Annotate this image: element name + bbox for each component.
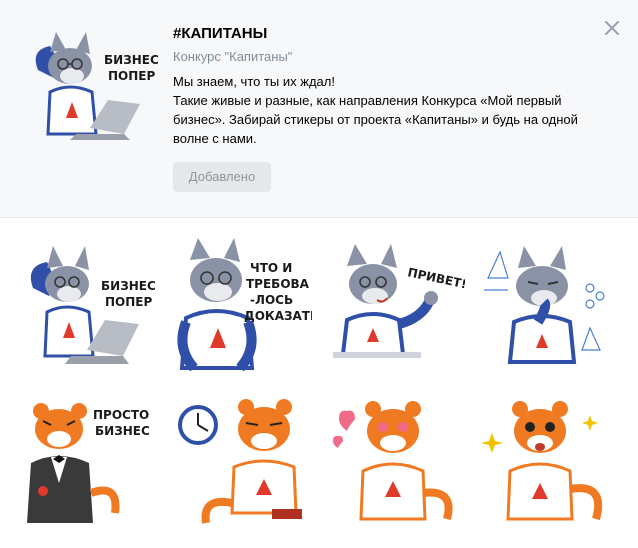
svg-text:ПРОСТО: ПРОСТО — [93, 408, 149, 422]
tiger-sticker-image — [177, 398, 302, 524]
pack-author-link[interactable]: Конкурс "Капитаны" — [173, 49, 292, 64]
svg-text:ЧТО И: ЧТО И — [250, 261, 292, 275]
sticker-tiger-excited[interactable] — [471, 385, 624, 540]
wolf-sticker-image: ПРИВЕТ! — [332, 243, 465, 358]
description-line: волне с нами. — [173, 131, 257, 146]
svg-text:-ЛОСЬ: -ЛОСЬ — [250, 293, 293, 307]
wolf-sticker-image: БИЗНЕС ПОПЕР — [30, 245, 156, 364]
wolf-sticker-image: ЧТО И ТРЕБОВА -ЛОСЬ ДОКАЗАТЬ — [176, 237, 312, 371]
sticker-wolf-laptop[interactable]: БИЗНЕС ПОПЕР — [12, 230, 165, 385]
sticker-tiger-just-business[interactable]: ПРОСТО БИЗНЕС — [12, 385, 165, 540]
svg-text:БИЗНЕС: БИЗНЕС — [101, 279, 156, 293]
wolf-sticker-image — [483, 245, 605, 364]
description-line: бизнес». Забирай стикеры от проекта «Кап… — [173, 112, 578, 127]
sticker-wolf-hello[interactable]: ПРИВЕТ! — [318, 230, 471, 385]
svg-text:ТРЕБОВА: ТРЕБОВА — [246, 277, 310, 291]
sticker-pack-header: БИЗНЕС ПОПЕР #КАПИТАНЫ Конкурс "Капитаны… — [0, 0, 638, 218]
tiger-sticker-image — [332, 400, 452, 520]
sticker-wolf-proved[interactable]: ЧТО И ТРЕБОВА -ЛОСЬ ДОКАЗАТЬ — [165, 230, 318, 385]
svg-text:БИЗНЕС: БИЗНЕС — [95, 424, 150, 438]
svg-text:ДОКАЗАТЬ: ДОКАЗАТЬ — [244, 309, 312, 323]
sticker-tiger-love[interactable] — [318, 385, 471, 540]
sticker-wolf-thinking[interactable] — [471, 230, 624, 385]
pack-preview-sticker: БИЗНЕС ПОПЕР — [20, 30, 160, 150]
tiger-sticker-image: ПРОСТО БИЗНЕС — [26, 402, 150, 523]
close-icon — [605, 21, 619, 35]
svg-text:ПОПЕР: ПОПЕР — [105, 295, 152, 309]
sticker-grid: БИЗНЕС ПОПЕР ЧТО И ТРЕБОВА -ЛОСЬ ДОКАЗАТ… — [12, 230, 626, 540]
added-button[interactable]: Добавлено — [173, 162, 271, 192]
svg-text:БИЗНЕС: БИЗНЕС — [104, 53, 159, 67]
pack-description: Мы знаем, что ты их ждал! Такие живые и … — [173, 72, 593, 148]
svg-text:ПОПЕР: ПОПЕР — [108, 69, 155, 83]
svg-text:ПРИВЕТ!: ПРИВЕТ! — [406, 265, 465, 291]
description-line: Мы знаем, что ты их ждал! — [173, 74, 335, 89]
description-line: Такие живые и разные, как направления Ко… — [173, 93, 562, 108]
sticker-tiger-clock[interactable] — [165, 385, 318, 540]
close-button[interactable] — [600, 16, 624, 40]
tiger-sticker-image — [480, 400, 602, 520]
pack-title: #КАПИТАНЫ — [173, 25, 268, 42]
